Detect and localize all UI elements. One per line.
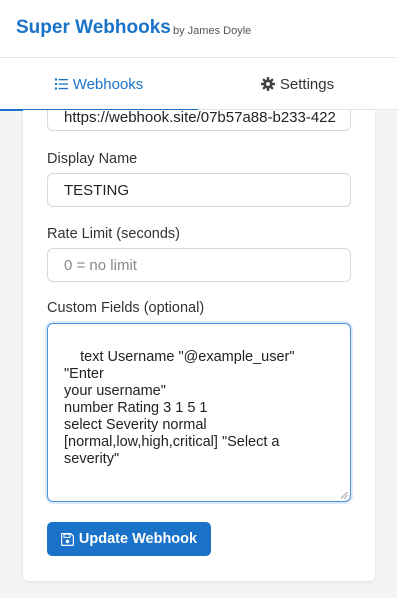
rate-limit-field[interactable]: 0 = no limit bbox=[47, 248, 351, 282]
gear-icon bbox=[260, 77, 275, 91]
webhook-form-card: https://webhook.site/07b57a88-b233-422 D… bbox=[23, 110, 375, 581]
resize-handle-icon[interactable] bbox=[340, 491, 348, 499]
custom-fields-label: Custom Fields (optional) bbox=[47, 300, 205, 316]
tab-webhooks-label: Webhooks bbox=[72, 75, 144, 93]
author-byline: by James Doyle bbox=[173, 25, 252, 37]
rate-limit-label: Rate Limit (seconds) bbox=[47, 226, 180, 242]
tab-bar: Webhooks Settings bbox=[0, 58, 397, 111]
url-field[interactable]: https://webhook.site/07b57a88-b233-422 bbox=[47, 110, 351, 131]
app-title: Super Webhooks bbox=[16, 17, 171, 38]
update-webhook-label: Update Webhook bbox=[78, 531, 198, 547]
list-icon bbox=[54, 78, 68, 90]
app-header: Super Webhooks by James Doyle bbox=[0, 0, 397, 58]
tab-settings-label: Settings bbox=[279, 75, 335, 93]
display-name-label: Display Name bbox=[47, 151, 138, 167]
save-icon bbox=[60, 532, 74, 546]
tab-settings[interactable]: Settings bbox=[198, 58, 397, 110]
tab-webhooks[interactable]: Webhooks bbox=[0, 58, 198, 111]
custom-fields-textarea[interactable]: text Username "@example_user" "Enter you… bbox=[47, 323, 351, 502]
custom-fields-text: text Username "@example_user" "Enter you… bbox=[64, 349, 295, 467]
display-name-field[interactable]: TESTING bbox=[47, 173, 351, 207]
update-webhook-button[interactable]: Update Webhook bbox=[47, 522, 211, 556]
